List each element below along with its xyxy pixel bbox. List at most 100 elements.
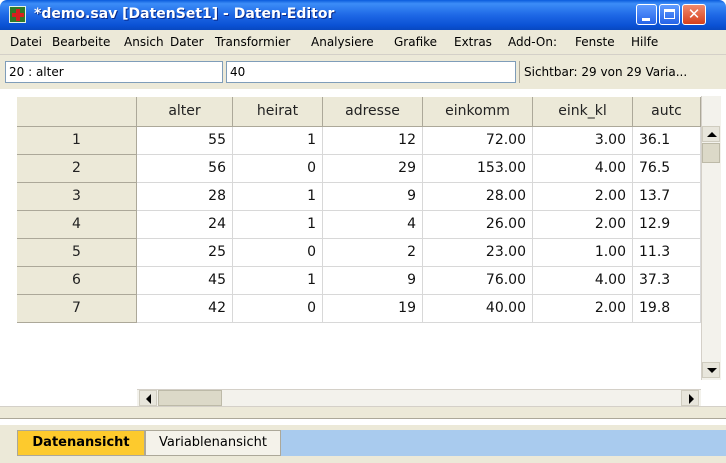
data-cell[interactable]: 28 bbox=[137, 183, 233, 211]
info-separator bbox=[519, 61, 520, 83]
data-cell[interactable]: 2.00 bbox=[533, 211, 633, 239]
pane-splitter[interactable] bbox=[0, 406, 726, 419]
app-icon-cross-horizontal bbox=[12, 13, 24, 17]
minimize-button[interactable] bbox=[636, 4, 657, 25]
close-icon: ✕ bbox=[687, 5, 701, 23]
data-cell[interactable]: 0 bbox=[233, 155, 323, 183]
close-button[interactable]: ✕ bbox=[682, 4, 706, 25]
vertical-scroll-thumb[interactable] bbox=[702, 143, 720, 163]
menu-grafiken[interactable]: Grafike bbox=[394, 35, 437, 49]
horizontal-scrollbar[interactable] bbox=[137, 389, 701, 406]
data-cell[interactable]: 36.1 bbox=[633, 127, 701, 155]
column-header-einkomm[interactable]: einkomm bbox=[423, 97, 533, 127]
data-cell[interactable]: 1 bbox=[233, 211, 323, 239]
data-cell[interactable]: 72.00 bbox=[423, 127, 533, 155]
data-cell[interactable]: 13.7 bbox=[633, 183, 701, 211]
data-cell[interactable]: 1 bbox=[233, 183, 323, 211]
data-cell[interactable]: 9 bbox=[323, 183, 423, 211]
cell-info-bar: 20 : alter 40 Sichtbar: 29 von 29 Varia.… bbox=[0, 55, 726, 90]
data-cell[interactable]: 0 bbox=[233, 295, 323, 323]
arrow-down-icon bbox=[707, 368, 717, 373]
maximize-icon bbox=[664, 9, 675, 19]
data-cell[interactable]: 76.5 bbox=[633, 155, 701, 183]
scroll-left-button[interactable] bbox=[139, 390, 157, 406]
window-title: *demo.sav [DatenSet1] - Daten-Editor bbox=[34, 6, 335, 22]
scroll-down-button[interactable] bbox=[702, 362, 720, 378]
data-cell[interactable]: 12.9 bbox=[633, 211, 701, 239]
menu-fenster[interactable]: Fenste bbox=[575, 35, 615, 49]
data-cell[interactable]: 2.00 bbox=[533, 183, 633, 211]
scroll-right-button[interactable] bbox=[681, 390, 699, 406]
arrow-right-icon bbox=[689, 394, 694, 404]
data-cell[interactable]: 23.00 bbox=[423, 239, 533, 267]
cell-reference-field[interactable]: 20 : alter bbox=[5, 61, 223, 83]
vertical-scrollbar[interactable] bbox=[701, 96, 721, 380]
data-cell[interactable]: 24 bbox=[137, 211, 233, 239]
tab-variable-view[interactable]: Variablenansicht bbox=[145, 430, 281, 456]
data-cell[interactable]: 11.3 bbox=[633, 239, 701, 267]
visible-variables-status: Sichtbar: 29 von 29 Varia... bbox=[524, 65, 688, 79]
data-cell[interactable]: 56 bbox=[137, 155, 233, 183]
data-cell[interactable]: 76.00 bbox=[423, 267, 533, 295]
data-cell[interactable]: 19 bbox=[323, 295, 423, 323]
data-cell[interactable]: 26.00 bbox=[423, 211, 533, 239]
data-cell[interactable]: 55 bbox=[137, 127, 233, 155]
data-cell[interactable]: 25 bbox=[137, 239, 233, 267]
data-cell[interactable]: 40.00 bbox=[423, 295, 533, 323]
column-header-eink-kl[interactable]: eink_kl bbox=[533, 97, 633, 127]
data-cell[interactable]: 42 bbox=[137, 295, 233, 323]
tab-strip-fill bbox=[281, 430, 726, 456]
data-cell[interactable]: 9 bbox=[323, 267, 423, 295]
app-icon[interactable] bbox=[9, 6, 26, 23]
column-header-adresse[interactable]: adresse bbox=[323, 97, 423, 127]
data-cell[interactable]: 19.8 bbox=[633, 295, 701, 323]
row-header[interactable]: 6 bbox=[17, 267, 137, 295]
row-header[interactable]: 7 bbox=[17, 295, 137, 323]
data-cell[interactable]: 4 bbox=[323, 211, 423, 239]
menu-daten[interactable]: Dater bbox=[170, 35, 204, 49]
data-cell[interactable]: 1 bbox=[233, 267, 323, 295]
data-cell[interactable]: 2.00 bbox=[533, 295, 633, 323]
data-cell[interactable]: 45 bbox=[137, 267, 233, 295]
menu-hilfe[interactable]: Hilfe bbox=[631, 35, 658, 49]
menu-ansicht[interactable]: Ansich bbox=[124, 35, 164, 49]
data-cell[interactable]: 1 bbox=[233, 127, 323, 155]
data-cell[interactable]: 3.00 bbox=[533, 127, 633, 155]
grid-corner[interactable] bbox=[17, 97, 137, 127]
column-header-alter[interactable]: alter bbox=[137, 97, 233, 127]
arrow-left-icon bbox=[146, 394, 151, 404]
data-cell[interactable]: 12 bbox=[323, 127, 423, 155]
row-header[interactable]: 2 bbox=[17, 155, 137, 183]
menu-add-ons[interactable]: Add-On: bbox=[508, 35, 557, 49]
column-header-heirat[interactable]: heirat bbox=[233, 97, 323, 127]
column-header-autc[interactable]: autc bbox=[633, 97, 701, 127]
row-header[interactable]: 4 bbox=[17, 211, 137, 239]
data-cell[interactable]: 153.00 bbox=[423, 155, 533, 183]
data-grid: alter heirat adresse einkomm eink_kl aut… bbox=[0, 89, 726, 409]
arrow-up-icon bbox=[707, 132, 717, 137]
menu-extras[interactable]: Extras bbox=[454, 35, 492, 49]
data-cell[interactable]: 2 bbox=[323, 239, 423, 267]
maximize-button[interactable] bbox=[659, 4, 680, 25]
data-cell[interactable]: 28.00 bbox=[423, 183, 533, 211]
tab-data-view[interactable]: Datenansicht bbox=[17, 430, 145, 456]
menu-bar: Datei Bearbeite Ansich Dater Transformie… bbox=[0, 30, 726, 55]
cell-value-editor[interactable]: 40 bbox=[226, 61, 516, 83]
minimize-icon bbox=[642, 18, 650, 21]
menu-datei[interactable]: Datei bbox=[10, 35, 42, 49]
data-cell[interactable]: 4.00 bbox=[533, 267, 633, 295]
row-header[interactable]: 1 bbox=[17, 127, 137, 155]
data-cell[interactable]: 0 bbox=[233, 239, 323, 267]
data-cell[interactable]: 29 bbox=[323, 155, 423, 183]
menu-transformieren[interactable]: Transformier bbox=[215, 35, 290, 49]
row-header[interactable]: 5 bbox=[17, 239, 137, 267]
data-cell[interactable]: 4.00 bbox=[533, 155, 633, 183]
menu-bearbeiten[interactable]: Bearbeite bbox=[52, 35, 110, 49]
menu-analysieren[interactable]: Analysiere bbox=[311, 35, 374, 49]
title-bar[interactable]: *demo.sav [DatenSet1] - Daten-Editor ✕ bbox=[0, 0, 726, 30]
scroll-up-button[interactable] bbox=[702, 126, 720, 142]
data-cell[interactable]: 37.3 bbox=[633, 267, 701, 295]
horizontal-scroll-thumb[interactable] bbox=[158, 390, 222, 406]
row-header[interactable]: 3 bbox=[17, 183, 137, 211]
data-cell[interactable]: 1.00 bbox=[533, 239, 633, 267]
